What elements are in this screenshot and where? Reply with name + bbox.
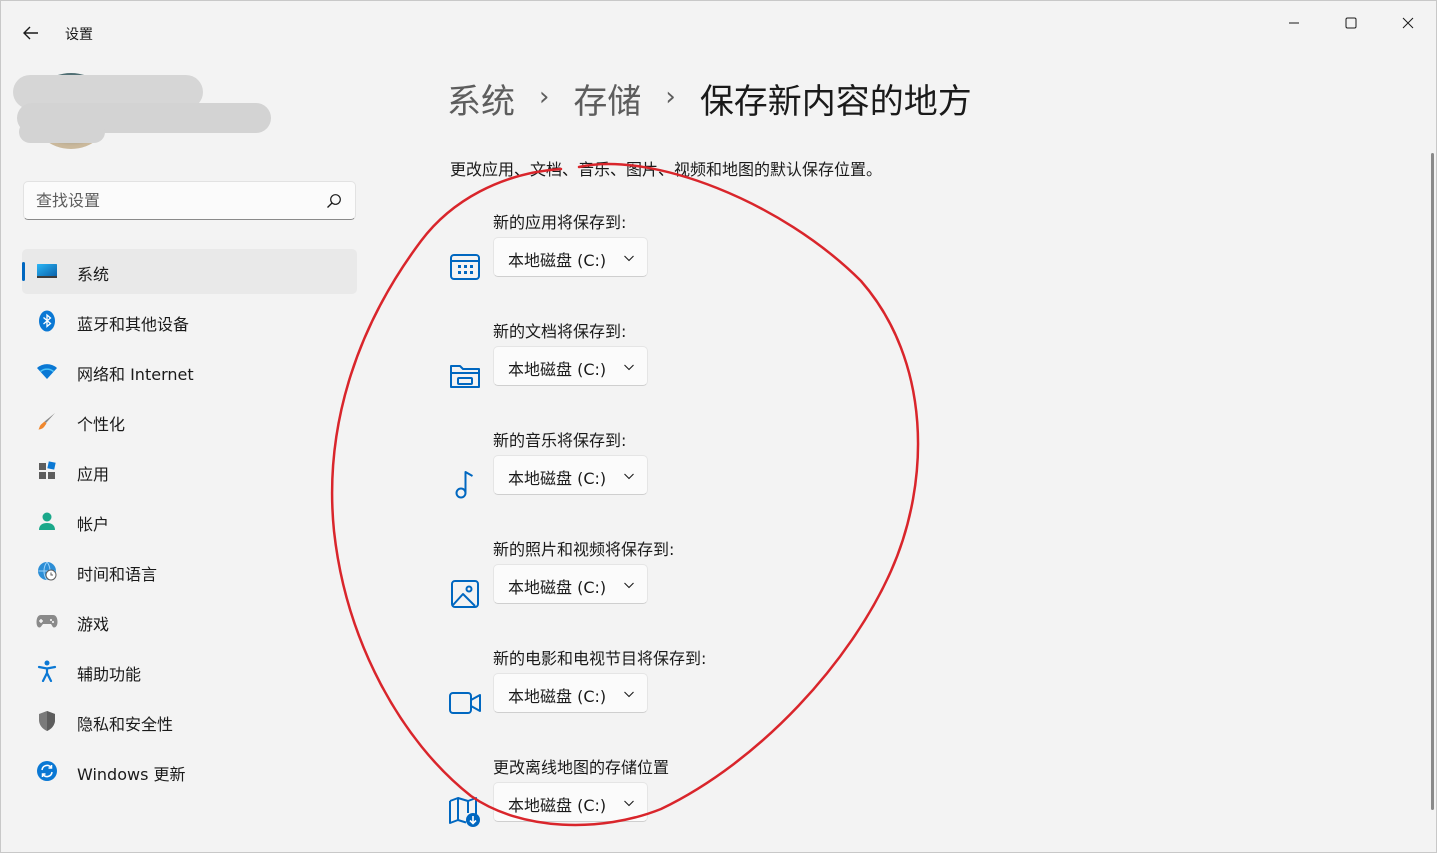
music-location-dropdown[interactable]: 本地磁盘 (C:)	[493, 455, 648, 495]
search-box	[23, 181, 356, 220]
app-title: 设置	[65, 27, 93, 43]
sidebar-item-label: 应用	[77, 465, 110, 484]
page-title: 保存新内容的地方	[699, 81, 972, 122]
sidebar-item-gaming[interactable]: 游戏	[22, 599, 357, 644]
movies-location-dropdown[interactable]: 本地磁盘 (C:)	[493, 673, 648, 713]
sidebar-item-accounts[interactable]: 帐户	[22, 499, 357, 544]
sidebar-item-privacy[interactable]: 隐私和安全性	[22, 699, 357, 744]
sidebar-item-time-language[interactable]: 时间和语言	[22, 549, 357, 594]
sidebar-item-network[interactable]: 网络和 Internet	[22, 349, 357, 394]
settings-window: 设置 系统	[0, 0, 1437, 853]
shield-icon	[36, 710, 58, 732]
setting-movies-location: 新的电影和电视节目将保存到: 本地磁盘 (C:)	[447, 645, 847, 745]
breadcrumb-system[interactable]: 系统	[447, 74, 515, 123]
sidebar-item-label: 帐户	[77, 515, 110, 534]
window-controls	[1265, 1, 1436, 45]
redacted-block	[19, 121, 105, 143]
dropdown-value: 本地磁盘 (C:)	[508, 360, 607, 379]
title-bar: 设置	[1, 1, 1436, 49]
picture-icon	[447, 576, 483, 612]
sidebar-item-label: 网络和 Internet	[77, 365, 194, 384]
setting-offline-maps-location: 更改离线地图的存储位置 本地磁盘 (C:)	[447, 754, 847, 853]
back-arrow-icon	[23, 26, 38, 40]
dropdown-value: 本地磁盘 (C:)	[508, 796, 607, 815]
video-camera-icon	[447, 685, 483, 721]
sidebar-item-label: 游戏	[77, 615, 110, 634]
update-icon	[36, 760, 58, 782]
sidebar-item-label: 蓝牙和其他设备	[77, 315, 190, 334]
apps-location-dropdown[interactable]: 本地磁盘 (C:)	[493, 237, 648, 277]
dropdown-value: 本地磁盘 (C:)	[508, 687, 607, 706]
sidebar-nav: 系统 蓝牙和其他设备 网络和 Internet 个性化 应用 帐户 时间和语言 …	[22, 249, 357, 799]
dropdown-value: 本地磁盘 (C:)	[508, 469, 607, 488]
setting-apps-location: 新的应用将保存到: 本地磁盘 (C:)	[447, 209, 847, 309]
apps-icon	[36, 460, 58, 482]
breadcrumb-separator: ›	[539, 82, 550, 112]
maximize-icon	[1345, 17, 1356, 29]
sidebar-item-system[interactable]: 系统	[22, 249, 357, 294]
setting-label: 新的应用将保存到:	[493, 213, 627, 232]
close-button[interactable]	[1379, 1, 1436, 45]
setting-photos-location: 新的照片和视频将保存到: 本地磁盘 (C:)	[447, 536, 847, 636]
minimize-button[interactable]	[1265, 1, 1322, 45]
map-download-icon	[447, 794, 483, 830]
user-profile[interactable]	[13, 73, 283, 153]
sidebar-item-windows-update[interactable]: Windows 更新	[22, 749, 357, 794]
chevron-down-icon	[624, 473, 634, 480]
chevron-down-icon	[624, 364, 634, 371]
search-icon[interactable]	[325, 192, 343, 210]
chevron-down-icon	[624, 255, 634, 262]
sidebar-item-label: 个性化	[77, 415, 126, 434]
sidebar-item-label: 系统	[77, 265, 110, 284]
offline-maps-location-dropdown[interactable]: 本地磁盘 (C:)	[493, 782, 648, 822]
setting-label: 新的照片和视频将保存到:	[493, 540, 675, 559]
brush-icon	[36, 410, 58, 432]
setting-label: 新的电影和电视节目将保存到:	[493, 649, 707, 668]
back-button[interactable]	[15, 19, 47, 47]
page-description: 更改应用、文档、音乐、图片、视频和地图的默认保存位置。	[450, 160, 883, 179]
scrollbar[interactable]	[1431, 153, 1434, 810]
music-note-icon	[447, 467, 483, 503]
breadcrumb-separator: ›	[665, 82, 676, 112]
chevron-down-icon	[624, 691, 634, 698]
bluetooth-icon	[36, 310, 58, 332]
setting-label: 更改离线地图的存储位置	[493, 758, 670, 777]
accessibility-icon	[36, 660, 58, 682]
chevron-down-icon	[624, 582, 634, 589]
sidebar-item-label: 隐私和安全性	[77, 715, 174, 734]
setting-label: 新的音乐将保存到:	[493, 431, 627, 450]
sidebar-item-label: 时间和语言	[77, 565, 158, 584]
photos-location-dropdown[interactable]: 本地磁盘 (C:)	[493, 564, 648, 604]
setting-label: 新的文档将保存到:	[493, 322, 627, 341]
globe-clock-icon	[36, 560, 58, 582]
wifi-icon	[36, 360, 58, 382]
breadcrumb-storage[interactable]: 存储	[573, 74, 641, 123]
account-icon	[36, 510, 58, 532]
maximize-button[interactable]	[1322, 1, 1379, 45]
documents-location-dropdown[interactable]: 本地磁盘 (C:)	[493, 346, 648, 386]
folder-icon	[447, 358, 483, 394]
minimize-icon	[1288, 22, 1299, 24]
breadcrumb: 系统 › 存储 › 保存新内容的地方	[447, 73, 972, 123]
sidebar-item-apps[interactable]: 应用	[22, 449, 357, 494]
sidebar-item-label: Windows 更新	[77, 765, 186, 784]
gamepad-icon	[36, 610, 58, 632]
close-icon	[1402, 17, 1413, 29]
setting-music-location: 新的音乐将保存到: 本地磁盘 (C:)	[447, 427, 847, 527]
sidebar-item-label: 辅助功能	[77, 665, 142, 684]
sidebar-item-personalization[interactable]: 个性化	[22, 399, 357, 444]
dropdown-value: 本地磁盘 (C:)	[508, 578, 607, 597]
search-input[interactable]	[24, 182, 314, 219]
chevron-down-icon	[624, 800, 634, 807]
monitor-icon	[36, 260, 58, 282]
apps-grid-icon	[447, 249, 483, 285]
sidebar-item-bluetooth[interactable]: 蓝牙和其他设备	[22, 299, 357, 344]
setting-documents-location: 新的文档将保存到: 本地磁盘 (C:)	[447, 318, 847, 418]
dropdown-value: 本地磁盘 (C:)	[508, 251, 607, 270]
sidebar-item-accessibility[interactable]: 辅助功能	[22, 649, 357, 694]
